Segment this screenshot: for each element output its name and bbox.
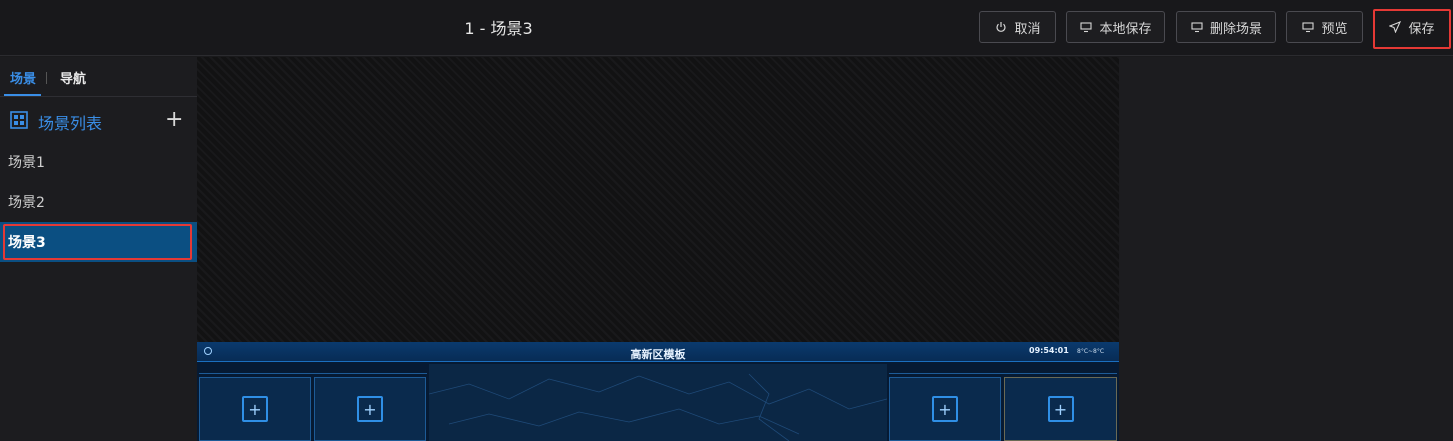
preview-header: 高新区模板 09:54:01 8°C~8°C: [197, 342, 1119, 362]
add-widget-icon: +: [1047, 396, 1074, 422]
properties-panel: [1119, 57, 1453, 441]
preview-clock: 09:54:01: [1029, 346, 1069, 355]
cancel-label: 取消: [1014, 21, 1041, 37]
local-save-label: 本地保存: [1099, 21, 1152, 37]
local-save-button[interactable]: 本地保存: [1066, 11, 1165, 43]
power-icon: [994, 20, 1008, 34]
page-title: 1 - 场景3: [464, 19, 533, 38]
preview-label: 预览: [1321, 21, 1348, 37]
right-section-bar: [889, 364, 1117, 374]
scene-list-item[interactable]: 场景1: [0, 142, 197, 182]
tab-divider: [46, 72, 47, 84]
preview-button[interactable]: 预览: [1286, 11, 1363, 43]
preview-weather: 8°C~8°C: [1077, 348, 1105, 355]
delete-scene-button[interactable]: 删除场景: [1176, 11, 1276, 43]
cancel-button[interactable]: 取消: [979, 11, 1056, 43]
add-widget-icon: +: [242, 396, 268, 422]
preview-widget-slot: +: [314, 377, 426, 441]
left-section-bar: [199, 364, 427, 374]
save-highlight-box: [1373, 9, 1451, 49]
add-widget-icon: +: [357, 396, 383, 422]
scene-list-title: 场景列表: [38, 114, 103, 133]
preview-widget-slot: +: [889, 377, 1001, 441]
tab-navigation[interactable]: 导航: [60, 68, 86, 87]
add-widget-icon: +: [932, 396, 958, 422]
preview-title: 高新区模板: [630, 348, 686, 361]
preview-widget-slot: +: [1004, 377, 1117, 441]
sidebar: 场景 导航 场景列表 + 场景1 场景2 场景3: [0, 57, 197, 441]
add-scene-icon[interactable]: +: [165, 109, 183, 131]
delete-scene-label: 删除场景: [1209, 21, 1262, 37]
active-tab-indicator: [4, 94, 41, 96]
top-toolbar: 1 - 场景3 取消 本地保存 删除场景 预览 保存: [0, 0, 1453, 56]
monitor-icon: [1190, 20, 1204, 34]
scene-list-item[interactable]: 场景2: [0, 182, 197, 222]
preview-widget-slot: +: [199, 377, 311, 441]
scene-list-header: 场景列表: [10, 110, 102, 134]
tab-scene[interactable]: 场景: [10, 68, 36, 87]
grid-icon: [10, 111, 28, 133]
preview-map: [428, 364, 888, 441]
sidebar-tabs: 场景 导航: [0, 57, 197, 97]
scene-preview-thumbnail: 高新区模板 09:54:01 8°C~8°C + + + +: [197, 342, 1119, 441]
active-item-highlight-box: [3, 224, 192, 260]
monitor-icon: [1301, 20, 1315, 34]
scene-item-label: 场景2: [8, 195, 45, 211]
monitor-icon: [1079, 20, 1093, 34]
scene-item-label: 场景1: [8, 155, 45, 171]
